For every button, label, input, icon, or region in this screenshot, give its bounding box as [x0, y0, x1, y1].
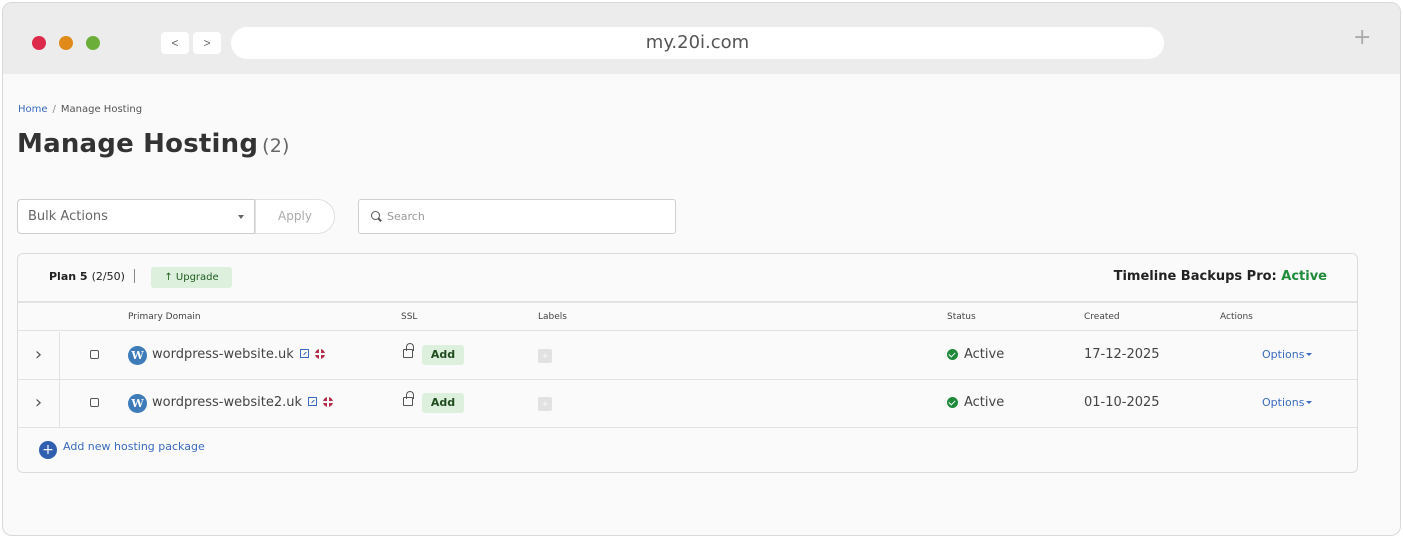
browser-window: < > my.20i.com + Home / Manage Hosting Man… [2, 2, 1401, 536]
minimize-window-button[interactable] [59, 36, 73, 50]
unlocked-icon [403, 391, 414, 406]
plus-circle-icon: + [39, 441, 57, 459]
uk-flag-icon [314, 349, 325, 359]
status-text: Active [964, 395, 1005, 410]
check-circle-icon [947, 349, 958, 360]
table-row: › W wordpress-website.uk Add + Active 17… [18, 332, 1357, 380]
breadcrumb-home-link[interactable]: Home [18, 104, 48, 115]
created-date: 17-12-2025 [1084, 347, 1160, 362]
header-primary-domain[interactable]: Primary Domain [128, 312, 201, 322]
domain-cell: wordpress-website2.uk [152, 395, 334, 410]
maximize-window-button[interactable] [86, 36, 100, 50]
backups-status: Active [1281, 269, 1327, 284]
upgrade-button[interactable]: ↑ Upgrade [151, 267, 232, 288]
search-icon [371, 211, 380, 220]
header-status[interactable]: Status [947, 312, 976, 322]
header-labels[interactable]: Labels [538, 312, 567, 322]
domain-link[interactable]: wordpress-website.uk [152, 347, 294, 362]
plan-usage: (2/50) [91, 270, 125, 283]
row-checkbox[interactable] [90, 350, 99, 359]
hosting-panel: Plan 5 (2/50) ↑ Upgrade Timeline Backups … [17, 253, 1358, 473]
plan-divider [134, 269, 135, 283]
domain-link[interactable]: wordpress-website2.uk [152, 395, 302, 410]
chevron-down-icon [1306, 401, 1313, 404]
chevron-down-icon [238, 215, 244, 219]
page-title: Manage Hosting (2) [17, 129, 290, 159]
created-date: 01-10-2025 [1084, 395, 1160, 410]
uk-flag-icon [323, 397, 334, 407]
domain-cell: wordpress-website.uk [152, 347, 325, 362]
options-dropdown[interactable]: Options [1262, 396, 1313, 409]
options-label: Options [1262, 396, 1305, 409]
external-link-icon[interactable] [308, 397, 318, 406]
chevron-right-icon: › [34, 392, 43, 413]
wordpress-icon: W [128, 346, 147, 365]
breadcrumb-separator: / [52, 104, 56, 115]
add-label-button[interactable]: + [538, 349, 552, 363]
header-ssl[interactable]: SSL [401, 312, 417, 322]
search-input[interactable]: Search [358, 199, 676, 234]
forward-button[interactable]: > [193, 32, 221, 54]
bulk-actions-label: Bulk Actions [28, 209, 108, 224]
plan-name: Plan 5 [49, 270, 88, 283]
backups-label: Timeline Backups Pro: [1113, 269, 1277, 284]
header-created[interactable]: Created [1084, 312, 1120, 322]
add-hosting-package-label: Add new hosting package [63, 440, 205, 453]
address-bar[interactable]: my.20i.com [231, 27, 1164, 59]
add-label-button[interactable]: + [538, 397, 552, 411]
breadcrumb-current: Manage Hosting [60, 104, 143, 115]
browser-chrome: < > my.20i.com + [3, 3, 1400, 74]
chevron-right-icon: › [34, 344, 43, 365]
expand-row-button[interactable]: › [18, 332, 60, 379]
table-header: Primary Domain SSL Labels Status Created… [18, 301, 1357, 331]
page-title-text: Manage Hosting [17, 129, 259, 159]
options-dropdown[interactable]: Options [1262, 348, 1313, 361]
breadcrumb: Home / Manage Hosting [18, 104, 142, 115]
page-title-count: (2) [262, 135, 290, 157]
table-row: › W wordpress-website2.uk Add + Active 0… [18, 380, 1357, 428]
row-checkbox[interactable] [90, 398, 99, 407]
arrow-up-icon: ↑ [164, 272, 173, 283]
upgrade-label: Upgrade [175, 272, 219, 283]
add-ssl-button[interactable]: Add [422, 345, 464, 365]
add-hosting-package-link[interactable]: + Add new hosting package [39, 440, 205, 459]
plan-info: Plan 5 (2/50) [49, 270, 125, 283]
apply-button[interactable]: Apply [255, 199, 335, 234]
status-text: Active [964, 347, 1005, 362]
new-tab-button[interactable]: + [1353, 25, 1371, 50]
check-circle-icon [947, 397, 958, 408]
unlocked-icon [403, 343, 414, 358]
timeline-backups-status: Timeline Backups Pro: Active [1114, 269, 1327, 284]
header-actions: Actions [1220, 312, 1253, 322]
wordpress-icon: W [128, 394, 147, 413]
add-ssl-button[interactable]: Add [422, 393, 464, 413]
search-placeholder: Search [387, 210, 425, 223]
close-window-button[interactable] [32, 36, 46, 50]
bulk-actions-select[interactable]: Bulk Actions [17, 199, 255, 234]
options-label: Options [1262, 348, 1305, 361]
external-link-icon[interactable] [299, 349, 309, 358]
chevron-down-icon [1306, 353, 1313, 356]
back-button[interactable]: < [161, 32, 189, 54]
expand-row-button[interactable]: › [18, 380, 60, 427]
